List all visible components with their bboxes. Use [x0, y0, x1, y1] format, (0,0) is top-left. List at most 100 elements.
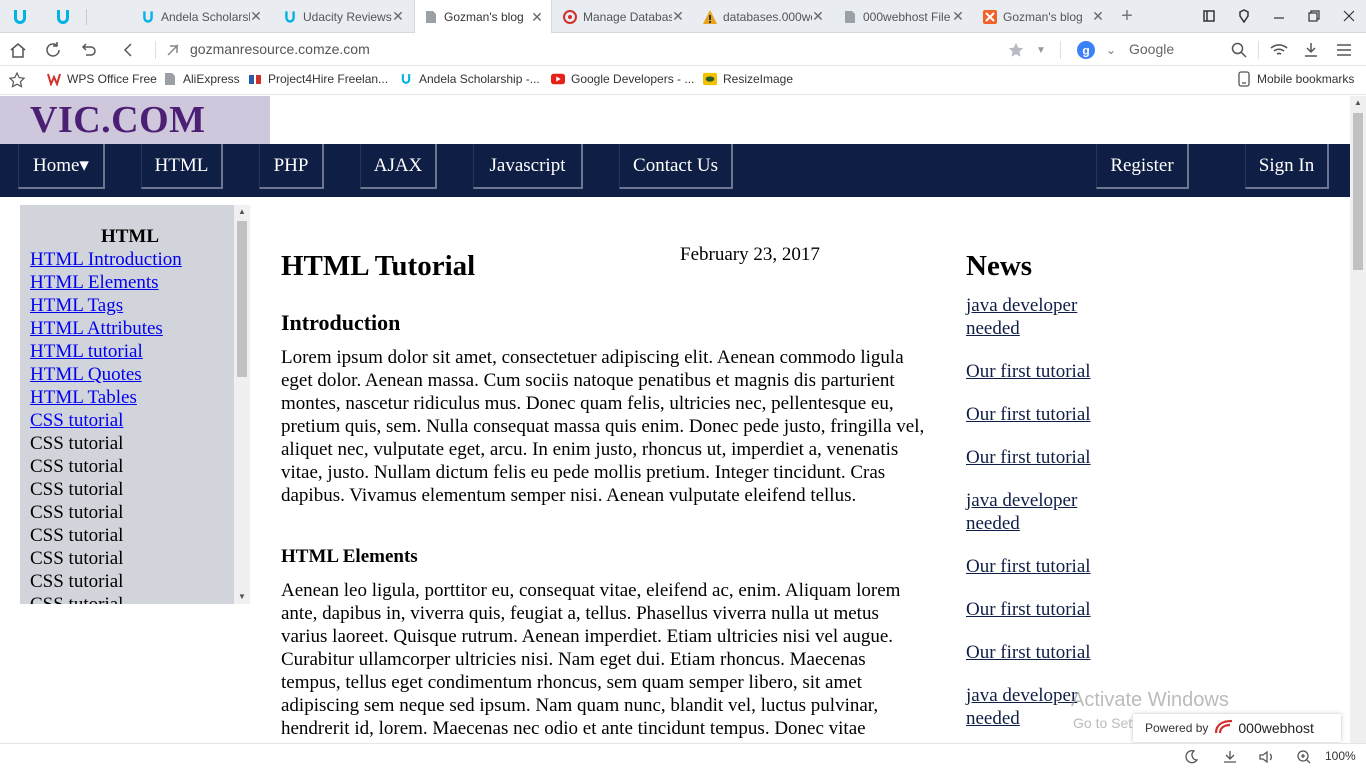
scroll-down-icon[interactable]: ▼: [234, 590, 250, 604]
sidebar-link-css-tutorial[interactable]: CSS tutorial: [30, 409, 230, 432]
bookmark-project4hire[interactable]: Project4Hire Freelan...: [248, 72, 388, 86]
sidebar-item: CSS tutorial: [30, 433, 124, 454]
news-link[interactable]: java developer needed: [966, 489, 1116, 535]
tab-bar: Andela Scholarship ✕ Udacity Reviews ✕ G…: [0, 0, 1366, 34]
nav-ajax[interactable]: AJAX: [360, 144, 437, 189]
close-tab-icon[interactable]: ✕: [812, 8, 824, 25]
download-icon[interactable]: [1300, 39, 1322, 61]
nav-home[interactable]: Home▾: [18, 144, 105, 189]
news-link[interactable]: Our first tutorial: [966, 360, 1116, 383]
google-search-engine-icon[interactable]: g: [1075, 39, 1097, 61]
powered-by-badge[interactable]: Powered by 000webhost: [1133, 714, 1341, 742]
close-tab-icon[interactable]: ✕: [392, 8, 404, 25]
close-tab-icon[interactable]: ✕: [531, 9, 543, 26]
chevron-down-icon[interactable]: ▼: [1030, 39, 1052, 61]
sidebar[interactable]: HTML HTML Introduction HTML Elements HTM…: [20, 205, 250, 604]
nav-php[interactable]: PHP: [259, 144, 324, 189]
download-manager-icon[interactable]: [1221, 748, 1239, 766]
bookmark-andela[interactable]: Andela Scholarship -...: [399, 72, 540, 86]
close-window-icon[interactable]: [1338, 5, 1360, 27]
powered-by-label: Powered by: [1145, 721, 1209, 735]
sidebar-scroll-thumb[interactable]: [237, 221, 247, 377]
page-scroll-thumb[interactable]: [1353, 113, 1363, 270]
news-link[interactable]: Our first tutorial: [966, 446, 1116, 469]
scroll-up-icon[interactable]: ▲: [234, 205, 250, 219]
sidebar-link-html-introduction[interactable]: HTML Introduction: [30, 248, 230, 271]
udacity-app-icon-2[interactable]: [53, 7, 73, 27]
mobile-bookmarks[interactable]: Mobile bookmarks: [1237, 71, 1354, 87]
search-icon[interactable]: [1228, 39, 1250, 61]
url-input[interactable]: gozmanresource.comze.com: [190, 41, 370, 57]
nav-register[interactable]: Register: [1096, 144, 1189, 189]
news-link[interactable]: Our first tutorial: [966, 598, 1116, 621]
undo-icon[interactable]: [77, 39, 99, 61]
activate-windows-title: Activate Windows: [1071, 689, 1229, 711]
tab-gozmans-blog-active[interactable]: Gozman's blog ✕: [414, 0, 552, 34]
bookmark-wps[interactable]: WPS Office Free: [47, 72, 157, 86]
bookmark-star-icon[interactable]: [1005, 39, 1027, 61]
nav-sign-in[interactable]: Sign In: [1245, 144, 1329, 189]
elements-paragraph: Aenean leo ligula, porttitor eu, consequ…: [281, 580, 901, 739]
zoom-level[interactable]: 100%: [1325, 749, 1356, 763]
close-tab-icon[interactable]: ✕: [952, 8, 964, 25]
sidebar-link-html-quotes[interactable]: HTML Quotes: [30, 363, 230, 386]
sidebar-link-html-tables[interactable]: HTML Tables: [30, 386, 230, 409]
new-tab-icon[interactable]: +: [1117, 4, 1137, 28]
menu-icon[interactable]: [1333, 39, 1355, 61]
udacity-icon: [282, 9, 298, 25]
back-icon[interactable]: [118, 39, 140, 61]
skin-icon[interactable]: [1233, 5, 1255, 27]
close-tab-icon[interactable]: ✕: [672, 8, 684, 25]
sidebar-link-html-elements[interactable]: HTML Elements: [30, 271, 230, 294]
news-link[interactable]: java developer needed: [966, 294, 1116, 340]
warning-icon: [702, 9, 718, 25]
bookmark-label: AliExpress: [183, 72, 240, 86]
resize-icon: [703, 72, 717, 86]
wifi-icon[interactable]: [1268, 39, 1290, 61]
reload-icon[interactable]: [42, 39, 64, 61]
tab-udacity[interactable]: Udacity Reviews ✕: [274, 0, 412, 33]
news-link[interactable]: Our first tutorial: [966, 555, 1116, 578]
tab-list-icon[interactable]: [1198, 5, 1220, 27]
site-logo[interactable]: VIC.COM: [30, 98, 206, 142]
section-heading-introduction: Introduction: [281, 310, 401, 335]
bookmark-google-developers[interactable]: Google Developers - ...: [551, 72, 694, 86]
tab-databases[interactable]: databases.000webhost ✕: [694, 0, 832, 33]
scroll-up-icon[interactable]: ▲: [1350, 96, 1366, 110]
close-tab-icon[interactable]: ✕: [250, 8, 262, 25]
udacity-app-icon[interactable]: [10, 7, 30, 27]
tab-000webhost-file[interactable]: 000webhost File ✕: [834, 0, 972, 33]
bookmark-aliexpress[interactable]: AliExpress: [163, 72, 240, 86]
sidebar-link-html-attributes[interactable]: HTML Attributes: [30, 317, 230, 340]
nav-javascript[interactable]: Javascript: [473, 144, 583, 189]
webhost-orange-icon: [982, 9, 998, 25]
night-mode-icon[interactable]: [1182, 748, 1200, 766]
address-bar: gozmanresource.comze.com ▼ g ⌄ Google: [0, 33, 1366, 66]
tab-andela[interactable]: Andela Scholarship ✕: [132, 0, 270, 33]
tab-manage-database[interactable]: Manage Database ✕: [554, 0, 692, 33]
sidebar-link-html-tags[interactable]: HTML Tags: [30, 294, 230, 317]
tab-title: 000webhost File: [863, 9, 951, 24]
sidebar-scrollbar[interactable]: ▲ ▼: [234, 205, 250, 604]
tab-gozmans-blog-2[interactable]: Gozman's blog ✕: [974, 0, 1112, 33]
address-divider: [1060, 41, 1061, 59]
close-tab-icon[interactable]: ✕: [1092, 8, 1104, 25]
sidebar-link-html-tutorial[interactable]: HTML tutorial: [30, 340, 230, 363]
page-scrollbar[interactable]: ▲: [1350, 96, 1366, 743]
nav-contact-us[interactable]: Contact Us: [619, 144, 733, 189]
bookmark-star-icon[interactable]: [9, 72, 25, 88]
volume-icon[interactable]: [1258, 748, 1276, 766]
bookmark-resizeimage[interactable]: ResizeImage: [703, 72, 793, 86]
project4hire-icon: [248, 72, 262, 86]
minimize-icon[interactable]: [1268, 5, 1290, 27]
sidebar-item: CSS tutorial: [30, 456, 124, 477]
nav-html[interactable]: HTML: [141, 144, 223, 189]
restore-icon[interactable]: [1303, 5, 1325, 27]
news-link[interactable]: Our first tutorial: [966, 641, 1116, 664]
home-icon[interactable]: [7, 39, 29, 61]
zoom-icon[interactable]: [1295, 748, 1313, 766]
news-link[interactable]: Our first tutorial: [966, 403, 1116, 426]
search-input[interactable]: Google: [1129, 41, 1174, 57]
engine-chevron-icon[interactable]: ⌄: [1100, 39, 1122, 61]
site-info-icon[interactable]: [162, 39, 184, 61]
